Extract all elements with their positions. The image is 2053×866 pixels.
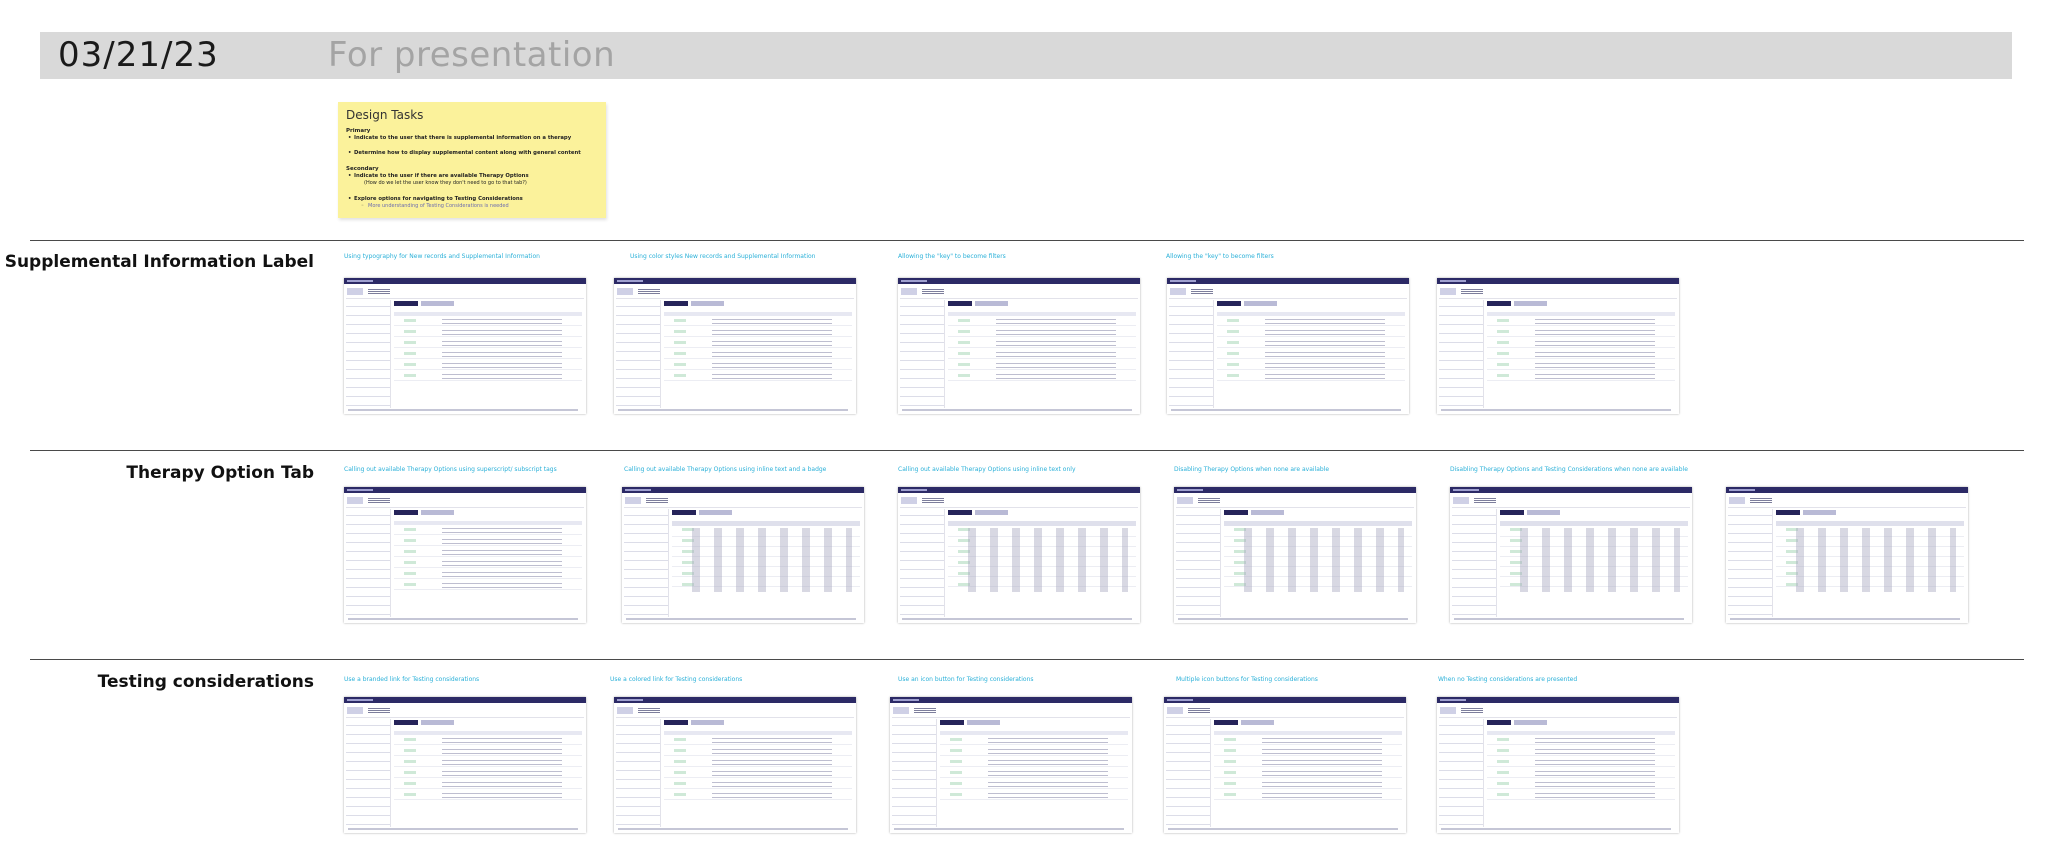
primary-item: Indicate to the user that there is suppl… — [348, 135, 571, 141]
frame-label: Use a colored link for Testing considera… — [610, 676, 743, 683]
frame-label: Use an icon button for Testing considera… — [898, 676, 1034, 683]
frame-label: Disabling Therapy Options and Testing Co… — [1450, 466, 1688, 473]
header-date: 03/21/23 — [58, 35, 219, 75]
frame-label: Disabling Therapy Options when none are … — [1174, 466, 1330, 473]
frame-label: Multiple icon buttons for Testing consid… — [1176, 676, 1318, 683]
design-frame-thumbnail[interactable] — [344, 487, 586, 623]
design-tasks-sticky-note[interactable]: Design Tasks Primary Indicate to the use… — [338, 102, 606, 218]
section-divider — [30, 450, 2024, 451]
design-frame-thumbnail[interactable] — [622, 487, 864, 623]
design-frame-thumbnail[interactable] — [614, 697, 856, 833]
design-frame-thumbnail[interactable] — [898, 278, 1140, 414]
design-frame-thumbnail[interactable] — [1437, 697, 1679, 833]
primary-item: Determine how to display supplemental co… — [348, 150, 581, 156]
design-frame-thumbnail[interactable] — [890, 697, 1132, 833]
secondary-note: (How do we let the user know they don't … — [364, 180, 527, 186]
frame-label: Allowing the "key" to become filters — [898, 253, 1006, 260]
design-frame-thumbnail[interactable] — [1164, 697, 1406, 833]
secondary-item: Indicate to the user if there are availa… — [348, 173, 529, 179]
section-title-testing-considerations: Testing considerations — [97, 672, 314, 692]
design-frame-thumbnail[interactable] — [344, 697, 586, 833]
design-frame-thumbnail[interactable] — [898, 487, 1140, 623]
frame-label: Allowing the "key" to become filters — [1166, 253, 1274, 260]
secondary-heading: Secondary — [346, 166, 379, 172]
frame-label: Use a branded link for Testing considera… — [344, 676, 480, 683]
frame-label: When no Testing considerations are prese… — [1438, 676, 1578, 683]
header-title: For presentation — [328, 35, 616, 75]
design-frame-thumbnail[interactable] — [344, 278, 586, 414]
design-frame-thumbnail[interactable] — [1450, 487, 1692, 623]
frame-label: Calling out available Therapy Options us… — [624, 466, 827, 473]
section-divider — [30, 240, 2024, 241]
secondary-subnote: More understanding of Testing Considerat… — [361, 203, 509, 209]
sticky-title: Design Tasks — [346, 108, 424, 122]
design-frame-thumbnail[interactable] — [1726, 487, 1968, 623]
frame-label: Calling out available Therapy Options us… — [344, 466, 557, 473]
frame-label: Using typography for New records and Sup… — [344, 253, 540, 260]
section-divider — [30, 659, 2024, 660]
design-frame-thumbnail[interactable] — [1437, 278, 1679, 414]
design-frame-thumbnail[interactable] — [614, 278, 856, 414]
primary-heading: Primary — [346, 128, 371, 134]
design-frame-thumbnail[interactable] — [1174, 487, 1416, 623]
secondary-item: Explore options for navigating to Testin… — [348, 196, 523, 202]
frame-label: Calling out available Therapy Options us… — [898, 466, 1076, 473]
section-title-supplemental-information-label: Supplemental Information Label — [4, 252, 314, 272]
section-title-therapy-option-tab: Therapy Option Tab — [126, 463, 314, 483]
design-frame-thumbnail[interactable] — [1167, 278, 1409, 414]
frame-label: Using color styles New records and Suppl… — [630, 253, 816, 260]
